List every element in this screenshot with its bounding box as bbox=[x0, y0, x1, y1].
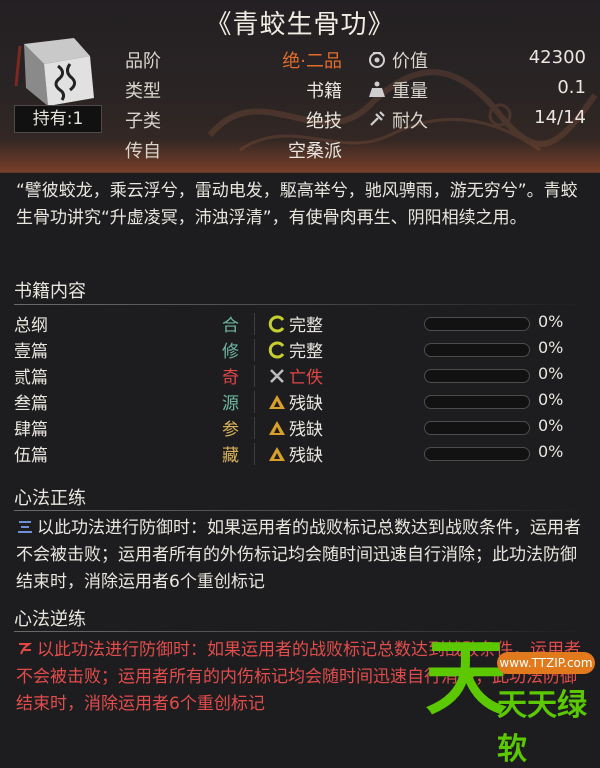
chapter-progress-text: 0% bbox=[538, 442, 564, 461]
chapter-status: 残缺 bbox=[289, 446, 323, 466]
chapter-key: 藏 bbox=[222, 446, 239, 466]
damaged-triangle-icon bbox=[269, 395, 285, 409]
chapter-separator bbox=[254, 391, 255, 413]
chapter-status: 完整 bbox=[289, 316, 323, 336]
positive-practice-divider bbox=[14, 510, 586, 511]
watermark-char: 天 bbox=[425, 631, 508, 726]
chapter-name: 壹篇 bbox=[14, 342, 48, 362]
coin-bag-icon bbox=[369, 52, 385, 68]
chapter-row: 叁篇 源 残缺 0% bbox=[0, 389, 600, 415]
stat-value-label: 价值 bbox=[392, 51, 428, 72]
book-description: “譬彼蛟龙，乘云浮兮，雷动电发，駆高举兮，驰风骋雨，游无穷兮”。青蛟生骨功讲究“… bbox=[16, 181, 578, 228]
stat-value-value: 42300 bbox=[528, 47, 586, 68]
chapter-status: 残缺 bbox=[289, 394, 323, 414]
chapter-key: 合 bbox=[222, 316, 239, 336]
chapter-status: 亡佚 bbox=[289, 368, 323, 388]
chapter-progress-bar bbox=[424, 447, 530, 461]
reverse-practice-icon bbox=[19, 643, 33, 655]
weight-icon bbox=[369, 81, 385, 97]
chapter-name: 肆篇 bbox=[14, 420, 48, 440]
chapter-name: 伍篇 bbox=[14, 446, 48, 466]
durability-icon bbox=[370, 111, 385, 126]
chapter-key: 源 bbox=[222, 394, 239, 414]
chapter-status: 完整 bbox=[289, 342, 323, 362]
attr-subtype-label: 子类 bbox=[125, 111, 161, 132]
chapter-row: 总纲 合 完整 0% bbox=[0, 311, 600, 337]
stat-weight-value: 0.1 bbox=[557, 77, 586, 98]
owned-count: 持有:1 bbox=[14, 105, 102, 133]
chapter-row: 贰篇 奇 亡佚 0% bbox=[0, 363, 600, 389]
chapter-separator bbox=[254, 313, 255, 335]
chapter-separator bbox=[254, 365, 255, 387]
chapter-row: 壹篇 修 完整 0% bbox=[0, 337, 600, 363]
chapter-progress-text: 0% bbox=[538, 390, 564, 409]
contents-title: 书籍内容 bbox=[14, 281, 86, 302]
contents-divider bbox=[14, 304, 586, 305]
chapter-progress-text: 0% bbox=[538, 364, 564, 383]
chapter-progress-bar bbox=[424, 343, 530, 357]
chapter-status: 残缺 bbox=[289, 420, 323, 440]
positive-practice-body: 以此功法进行防御时：如果运用者的战败标记总数达到战败条件，运用者不会被击败；运用… bbox=[16, 518, 581, 592]
chapter-progress-text: 0% bbox=[538, 338, 564, 357]
chapter-progress-bar bbox=[424, 421, 530, 435]
chapter-separator bbox=[254, 339, 255, 361]
chapter-separator bbox=[254, 443, 255, 465]
stat-durability-value: 14/14 bbox=[534, 107, 586, 128]
chapter-name: 贰篇 bbox=[14, 368, 48, 388]
chapter-row: 肆篇 参 残缺 0% bbox=[0, 415, 600, 441]
attr-origin-value: 空桑派 bbox=[288, 141, 342, 162]
attr-type-label: 类型 bbox=[125, 81, 161, 102]
chapter-progress-text: 0% bbox=[538, 312, 564, 331]
site-watermark: 天 www.TTZIP.com 天天绿软 bbox=[425, 638, 600, 767]
stat-durability-label: 耐久 bbox=[392, 111, 428, 132]
chapter-name: 总纲 bbox=[14, 316, 48, 336]
positive-practice-title: 心法正练 bbox=[14, 488, 86, 509]
stat-weight-label: 重量 bbox=[392, 81, 428, 102]
attr-type-value: 书籍 bbox=[306, 81, 342, 102]
chapter-key: 参 bbox=[222, 420, 239, 440]
chapter-row: 伍篇 藏 残缺 0% bbox=[0, 441, 600, 467]
damaged-triangle-icon bbox=[269, 421, 285, 435]
chapter-progress-text: 0% bbox=[538, 416, 564, 435]
attr-grade-label: 品阶 bbox=[125, 51, 161, 72]
chapter-progress-bar bbox=[424, 317, 530, 331]
complete-ring-icon bbox=[268, 341, 285, 359]
watermark-text: 天天绿软 bbox=[497, 688, 587, 767]
positive-practice-icon bbox=[18, 521, 32, 533]
chapter-key: 奇 bbox=[222, 368, 239, 388]
lost-x-icon bbox=[270, 369, 284, 383]
attr-origin-label: 传自 bbox=[125, 141, 161, 162]
chapter-name: 叁篇 bbox=[14, 394, 48, 414]
reverse-practice-title: 心法逆练 bbox=[14, 609, 86, 630]
chapter-progress-bar bbox=[424, 369, 530, 383]
complete-ring-icon bbox=[268, 315, 285, 333]
chapter-key: 修 bbox=[222, 342, 239, 362]
chapter-separator bbox=[254, 417, 255, 439]
book-icon bbox=[14, 38, 94, 106]
item-header: 《青蛟生骨功》 持有:1 品阶 绝·二品 类型 书籍 子类 绝技 传自 空桑派 … bbox=[0, 0, 600, 173]
attr-subtype-value: 绝技 bbox=[306, 111, 342, 132]
attr-grade-value: 绝·二品 bbox=[282, 51, 342, 72]
positive-practice-text: 以此功法进行防御时：如果运用者的战败标记总数达到战败条件，运用者不会被击败；运用… bbox=[16, 515, 586, 596]
chapter-progress-bar bbox=[424, 395, 530, 409]
watermark-url: www.TTZIP.com bbox=[497, 652, 595, 674]
damaged-triangle-icon bbox=[269, 447, 285, 461]
